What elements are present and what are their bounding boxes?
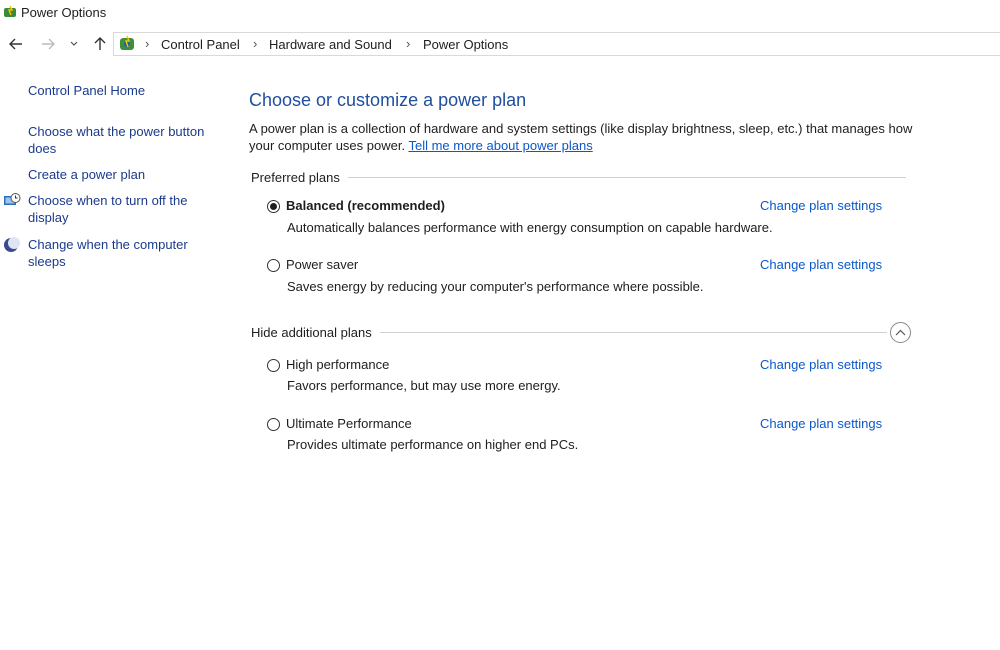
ultimate-performance-change-settings-link[interactable]: Change plan settings	[760, 416, 882, 431]
breadcrumb-control-panel[interactable]: Control Panel	[161, 37, 240, 52]
forward-button[interactable]	[38, 34, 58, 54]
page-title: Choose or customize a power plan	[249, 90, 527, 110]
window-title: Power Options	[21, 5, 107, 20]
high-performance-plan-description: Favors performance, but may use more ene…	[287, 378, 561, 393]
chevron-down-icon	[70, 41, 78, 46]
up-arrow-icon	[94, 37, 106, 50]
display-clock-icon	[3, 192, 21, 210]
breadcrumb-power-options[interactable]: Power Options	[423, 37, 508, 52]
sidebar-item-turn-off-display[interactable]: Choose when to turn off the display	[28, 192, 223, 226]
back-button[interactable]	[6, 34, 26, 54]
chevron-up-icon	[895, 329, 906, 336]
moon-icon	[3, 236, 21, 254]
address-bar[interactable]: › Control Panel › Hardware and Sound › P…	[113, 32, 1000, 56]
navigation-bar: › Control Panel › Hardware and Sound › P…	[0, 30, 1000, 58]
back-arrow-icon	[9, 38, 22, 50]
sidebar-item-create-plan[interactable]: Create a power plan	[28, 166, 223, 183]
power-saver-plan-name[interactable]: Power saver	[286, 257, 358, 272]
control-panel-icon	[118, 35, 138, 53]
ultimate-performance-plan-description: Provides ultimate performance on higher …	[287, 437, 579, 452]
balanced-plan-description: Automatically balances performance with …	[287, 220, 773, 235]
collapse-additional-plans-button[interactable]	[890, 322, 911, 343]
sidebar-item-control-panel-home[interactable]: Control Panel Home	[28, 82, 223, 99]
high-performance-plan-radio[interactable]	[267, 359, 280, 372]
title-bar: Power Options	[0, 0, 1000, 26]
divider	[251, 177, 906, 178]
learn-more-link[interactable]: Tell me more about power plans	[408, 138, 592, 153]
forward-arrow-icon	[42, 38, 55, 50]
intro-text: A power plan is a collection of hardware…	[249, 120, 929, 154]
balanced-plan-name[interactable]: Balanced (recommended)	[286, 198, 445, 213]
up-button[interactable]	[90, 34, 110, 54]
breadcrumb-hardware-and-sound[interactable]: Hardware and Sound	[269, 37, 392, 52]
ultimate-performance-plan-name[interactable]: Ultimate Performance	[286, 416, 412, 431]
high-performance-change-settings-link[interactable]: Change plan settings	[760, 357, 882, 372]
breadcrumb-separator-icon: ›	[253, 36, 258, 51]
hide-additional-plans-label[interactable]: Hide additional plans	[251, 325, 380, 340]
power-saver-plan-radio[interactable]	[267, 259, 280, 272]
balanced-plan-radio[interactable]	[267, 200, 280, 213]
sidebar-item-power-button[interactable]: Choose what the power button does	[28, 123, 223, 157]
ultimate-performance-plan-radio[interactable]	[267, 418, 280, 431]
power-options-icon	[3, 5, 17, 19]
balanced-change-settings-link[interactable]: Change plan settings	[760, 198, 882, 213]
breadcrumb-separator-icon: ›	[406, 36, 411, 51]
breadcrumb-separator-icon: ›	[145, 36, 150, 51]
sidebar-item-computer-sleeps[interactable]: Change when the computer sleeps	[28, 236, 223, 270]
recent-locations-button[interactable]	[67, 34, 81, 54]
preferred-plans-label: Preferred plans	[251, 170, 348, 185]
power-saver-plan-description: Saves energy by reducing your computer's…	[287, 279, 704, 294]
high-performance-plan-name[interactable]: High performance	[286, 357, 389, 372]
power-saver-change-settings-link[interactable]: Change plan settings	[760, 257, 882, 272]
